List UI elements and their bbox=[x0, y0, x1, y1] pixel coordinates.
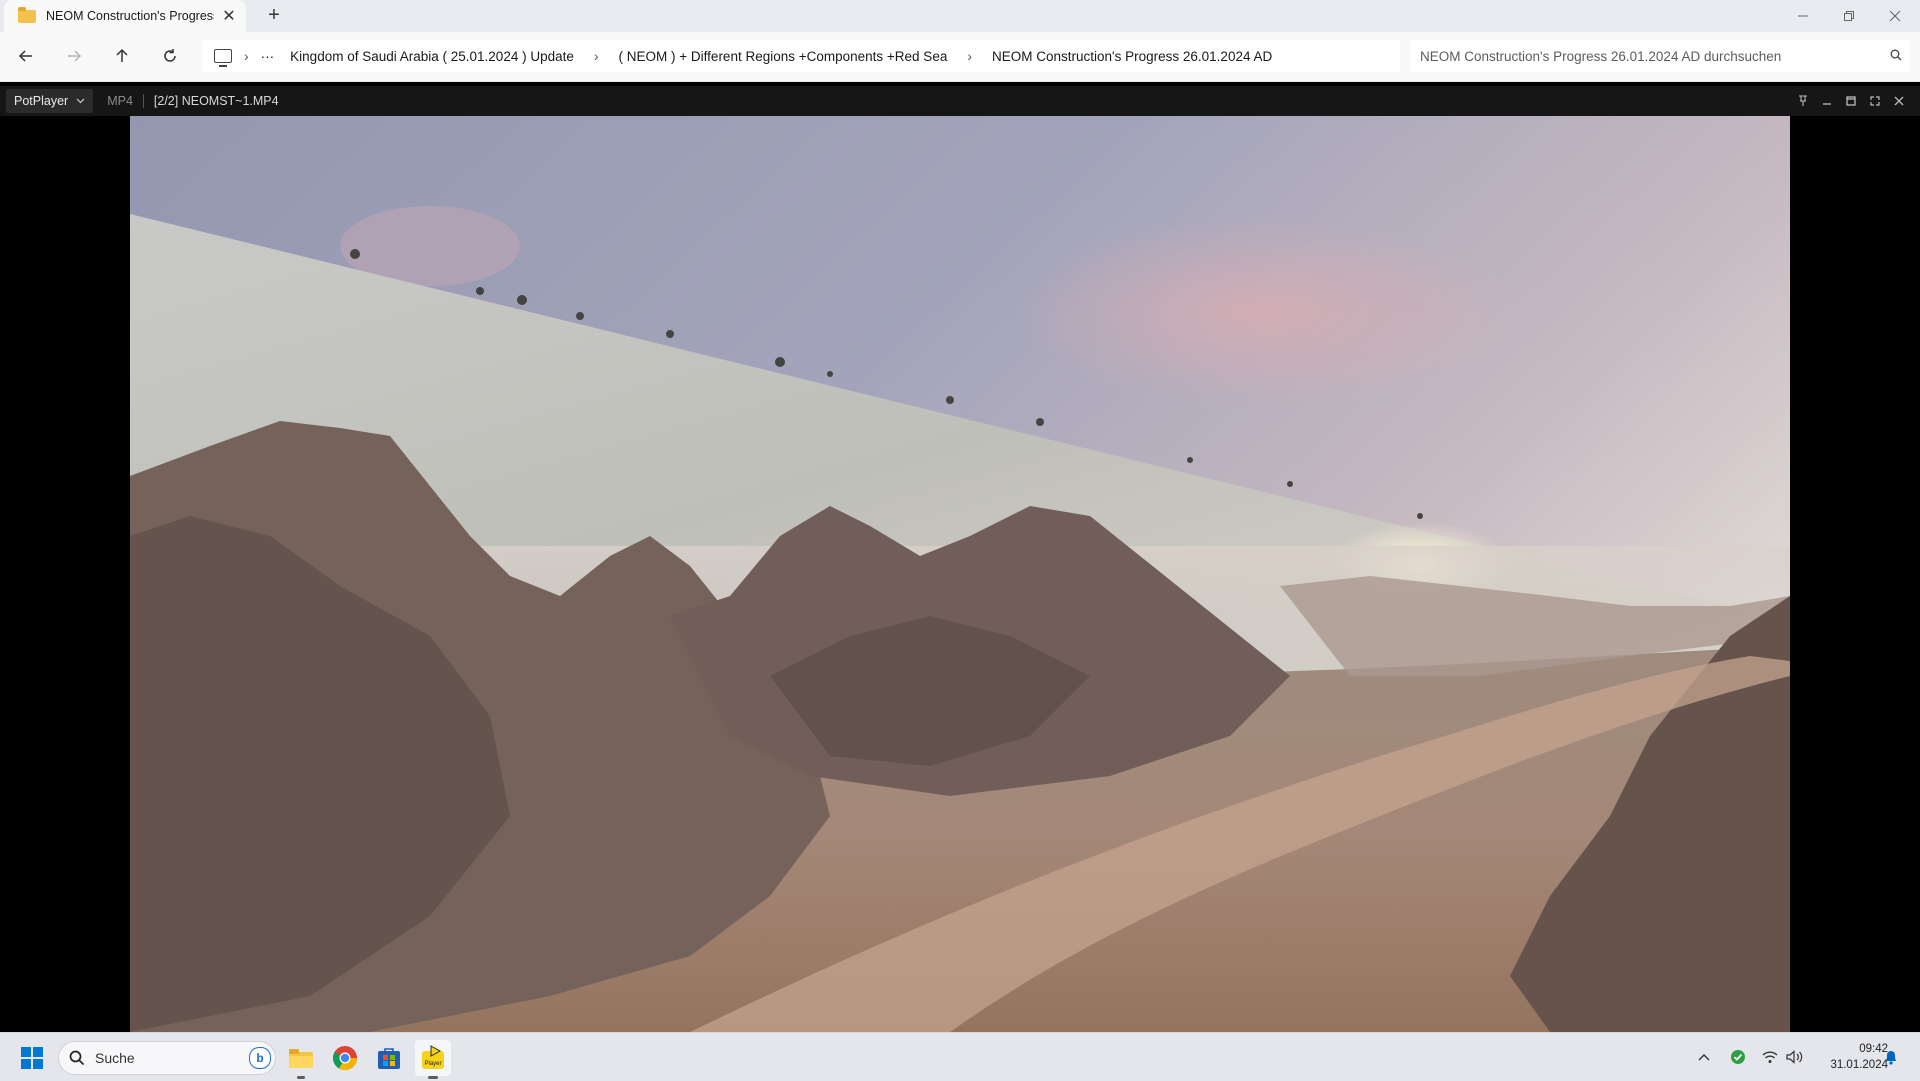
running-indicator bbox=[297, 1076, 305, 1079]
explorer-tab[interactable]: NEOM Construction's Progress ✕ bbox=[4, 0, 246, 32]
clock-time: 09:42 bbox=[1859, 1043, 1888, 1055]
taskbar-microsoft-store[interactable] bbox=[371, 1040, 407, 1076]
taskbar-file-explorer[interactable] bbox=[283, 1040, 319, 1076]
folder-icon bbox=[18, 6, 36, 23]
player-maximize-button[interactable] bbox=[1839, 86, 1863, 116]
video-stage[interactable] bbox=[0, 116, 1920, 1032]
breadcrumb-overflow[interactable]: ··· bbox=[261, 49, 275, 64]
volume-control[interactable] bbox=[1786, 1033, 1804, 1081]
arrow-up-icon bbox=[116, 48, 128, 62]
player-minimize-button[interactable] bbox=[1815, 86, 1839, 116]
tab-title: NEOM Construction's Progress bbox=[46, 9, 214, 23]
up-button[interactable] bbox=[106, 40, 138, 72]
search-icon bbox=[1882, 49, 1910, 64]
taskbar-potplayer[interactable]: Player bbox=[415, 1040, 451, 1076]
bell-icon bbox=[1886, 1051, 1896, 1065]
fullscreen-icon bbox=[1870, 96, 1880, 106]
taskbar: Suche b Player 09:42 31.01.2024 bbox=[0, 1032, 1920, 1081]
potplayer-menu-button[interactable]: PotPlayer bbox=[6, 89, 94, 113]
back-button[interactable] bbox=[10, 40, 42, 72]
chevron-up-icon bbox=[1698, 1054, 1710, 1061]
window-close-button[interactable] bbox=[1872, 0, 1918, 32]
explorer-tab-strip: NEOM Construction's Progress ✕ + bbox=[0, 0, 1920, 32]
breadcrumb[interactable]: › ··· Kingdom of Saudi Arabia ( 25.01.20… bbox=[202, 40, 1400, 72]
taskbar-search[interactable]: Suche b bbox=[58, 1041, 276, 1075]
taskbar-chrome[interactable] bbox=[327, 1040, 363, 1076]
chevron-right-icon[interactable]: › bbox=[967, 48, 972, 64]
chrome-icon bbox=[332, 1046, 357, 1071]
pin-button[interactable] bbox=[1791, 86, 1815, 116]
new-tab-button[interactable]: + bbox=[262, 4, 286, 27]
arrow-left-icon bbox=[18, 50, 32, 62]
this-pc-icon[interactable] bbox=[214, 49, 232, 67]
forward-button[interactable] bbox=[58, 40, 90, 72]
media-format: MP4 bbox=[107, 94, 133, 108]
breadcrumb-item-neom-progress[interactable]: NEOM Construction's Progress 26.01.2024 … bbox=[992, 49, 1272, 64]
media-file-name: [2/2] NEOMST~1.MP4 bbox=[153, 94, 279, 108]
minimize-icon bbox=[1823, 103, 1831, 105]
breadcrumb-item-neom-regions[interactable]: ( NEOM ) + Different Regions +Components… bbox=[619, 49, 948, 64]
restore-icon bbox=[1844, 11, 1854, 21]
potplayer-title-bar: PotPlayer MP4 [2/2] NEOMST~1.MP4 bbox=[0, 86, 1920, 116]
refresh-icon bbox=[164, 49, 176, 62]
taskbar-search-label: Suche bbox=[95, 1050, 135, 1066]
player-fullscreen-button[interactable] bbox=[1863, 86, 1887, 116]
arrow-right-icon bbox=[68, 50, 82, 62]
tab-close-button[interactable]: ✕ bbox=[220, 6, 238, 26]
close-icon bbox=[1889, 10, 1901, 22]
store-icon bbox=[378, 1048, 400, 1069]
pin-icon bbox=[1799, 95, 1807, 106]
active-indicator bbox=[428, 1076, 438, 1079]
video-frame[interactable] bbox=[130, 116, 1790, 1032]
network-status[interactable] bbox=[1762, 1033, 1778, 1081]
folder-icon bbox=[289, 1049, 313, 1068]
maximize-icon bbox=[1846, 96, 1856, 106]
breadcrumb-item-saudi-arabia[interactable]: Kingdom of Saudi Arabia ( 25.01.2024 ) U… bbox=[290, 49, 574, 64]
restore-button[interactable] bbox=[1826, 0, 1872, 32]
divider bbox=[142, 94, 144, 108]
windows-logo-icon bbox=[21, 1047, 43, 1069]
tray-overflow-button[interactable] bbox=[1698, 1033, 1710, 1081]
potplayer-icon: Player bbox=[422, 1045, 444, 1069]
search-box[interactable]: NEOM Construction's Progress 26.01.2024 … bbox=[1410, 40, 1910, 72]
potplayer-name: PotPlayer bbox=[14, 94, 69, 108]
notifications-button[interactable] bbox=[1884, 1033, 1898, 1081]
speaker-icon bbox=[1786, 1050, 1803, 1064]
explorer-address-row: › ··· Kingdom of Saudi Arabia ( 25.01.20… bbox=[0, 32, 1920, 82]
search-input[interactable]: NEOM Construction's Progress 26.01.2024 … bbox=[1420, 49, 1882, 64]
minimize-button[interactable] bbox=[1780, 0, 1826, 32]
close-icon bbox=[1894, 96, 1904, 106]
start-button[interactable] bbox=[14, 1040, 50, 1076]
chevron-right-icon[interactable]: › bbox=[244, 48, 249, 64]
svg-text:Player: Player bbox=[424, 1061, 441, 1067]
refresh-button[interactable] bbox=[154, 40, 186, 72]
player-close-button[interactable] bbox=[1887, 86, 1911, 116]
wifi-icon bbox=[1762, 1051, 1778, 1063]
security-status[interactable] bbox=[1730, 1033, 1746, 1081]
chevron-right-icon[interactable]: › bbox=[594, 48, 599, 64]
search-icon bbox=[69, 1050, 85, 1066]
bing-icon[interactable]: b bbox=[249, 1047, 271, 1069]
chevron-down-icon bbox=[76, 98, 85, 104]
taskbar-clock[interactable]: 09:42 31.01.2024 bbox=[1808, 1041, 1888, 1073]
clock-date: 31.01.2024 bbox=[1830, 1059, 1888, 1071]
minimize-icon bbox=[1798, 15, 1808, 17]
video-frame-image bbox=[130, 116, 1790, 1032]
shield-check-icon bbox=[1731, 1050, 1745, 1064]
